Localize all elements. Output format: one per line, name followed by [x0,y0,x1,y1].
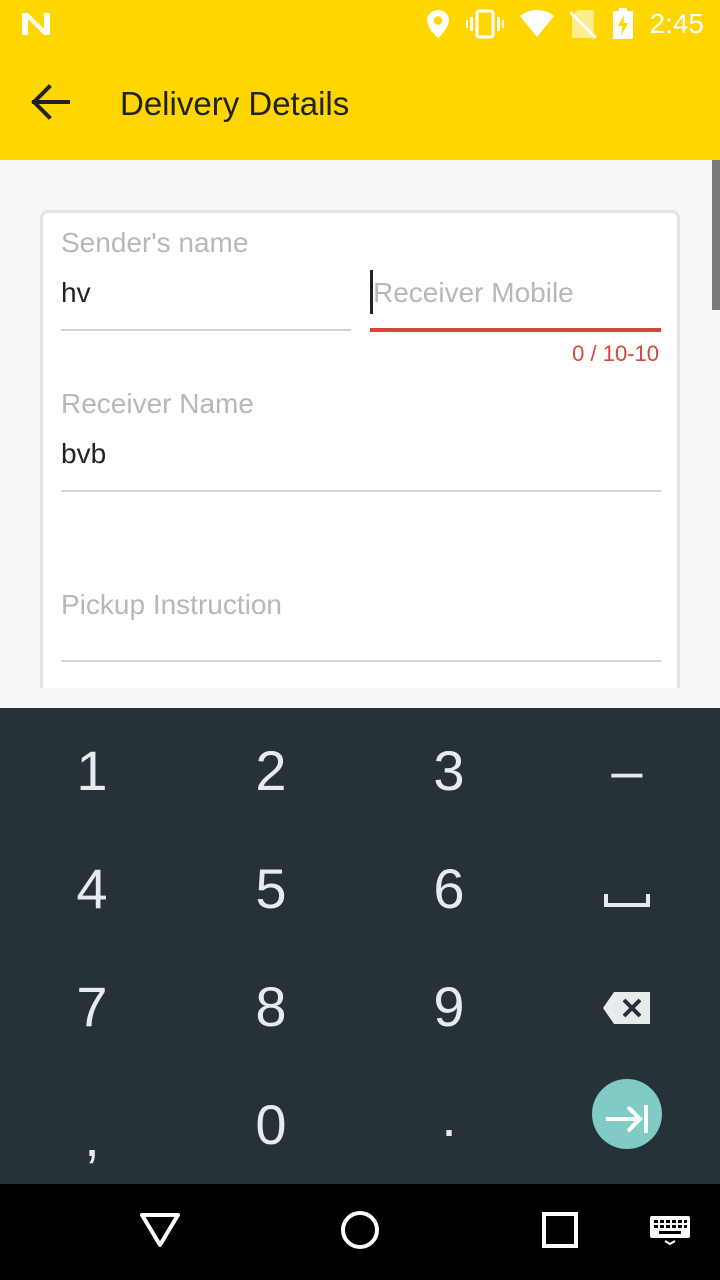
nav-keyboard-switch-button[interactable] [620,1184,720,1280]
key-0[interactable]: 0 [181,1065,361,1183]
status-clock: 2:45 [649,8,705,39]
key-6[interactable]: 6 [359,829,539,947]
sender-name-underline [61,329,351,331]
next-button[interactable] [592,1079,662,1149]
nav-back-button[interactable] [100,1184,220,1280]
receiver-name-input[interactable]: bvb [61,438,106,470]
sender-name-label: Sender's name [61,227,249,258]
receiver-name-underline [61,490,661,492]
back-triangle-icon [139,1212,181,1252]
delivery-form-card: Sender's name hv Receiver Mobile 0 / 10-… [40,210,680,688]
key-backspace[interactable] [537,947,717,1065]
key-8[interactable]: 8 [181,947,361,1065]
arrow-back-icon [30,84,70,124]
key-2[interactable]: 2 [181,711,361,829]
no-sim-icon [569,9,596,39]
receiver-mobile-input[interactable]: Receiver Mobile [373,277,574,309]
backspace-icon [602,974,652,1039]
navigation-bar [0,1184,720,1280]
key-4[interactable]: 4 [2,829,182,947]
app-bar: Delivery Details [0,48,720,160]
scrollbar[interactable] [712,160,720,310]
recents-square-icon [542,1212,578,1252]
key-space[interactable] [537,829,717,947]
n-logo-icon [20,11,52,37]
keyboard-switch-icon [649,1215,691,1249]
wifi-icon [519,10,554,38]
key-9[interactable]: 9 [359,947,539,1065]
form-scroll-area[interactable]: Sender's name hv Receiver Mobile 0 / 10-… [0,160,720,688]
key-3[interactable]: 3 [359,711,539,829]
key-minus[interactable]: – [537,711,717,829]
pickup-instruction-input[interactable]: Pickup Instruction [61,589,282,621]
key-7[interactable]: 7 [2,947,182,1065]
back-button[interactable] [0,48,100,160]
status-bar: 2:45 [0,0,720,48]
receiver-name-label: Receiver Name [61,388,254,419]
tab-next-icon [604,1082,650,1147]
space-icon [604,856,650,921]
home-circle-icon [340,1210,380,1254]
nav-recents-button[interactable] [500,1184,620,1280]
key-period[interactable]: . [359,1065,539,1183]
numeric-keyboard: 1 2 3 – 4 5 6 7 8 9 , 0 . [0,708,720,1184]
page-title: Delivery Details [120,85,350,122]
key-1[interactable]: 1 [2,711,182,829]
key-next[interactable] [537,1055,717,1173]
battery-charging-icon [612,8,634,40]
location-icon [426,9,450,39]
receiver-mobile-underline [370,328,661,332]
key-5[interactable]: 5 [181,829,361,947]
pickup-instruction-underline [61,660,661,662]
vibrate-icon [465,9,504,39]
sender-name-input[interactable]: hv [61,277,91,309]
key-comma[interactable]: , [2,1065,182,1183]
receiver-mobile-counter: 0 / 10-10 [572,341,659,366]
nav-home-button[interactable] [300,1184,420,1280]
